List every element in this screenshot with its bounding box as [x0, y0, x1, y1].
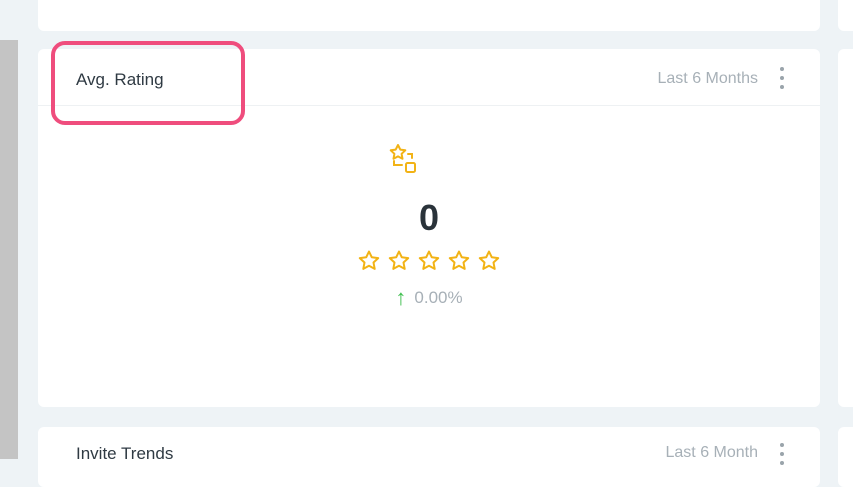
period-selector[interactable]: Last 6 Months: [658, 70, 759, 88]
card-body: 0 ↑ 0.00%: [38, 105, 820, 407]
adjacent-card: [838, 49, 853, 407]
invite-trends-card: Invite Trends Last 6 Month: [38, 427, 820, 487]
more-options-icon[interactable]: [776, 443, 788, 465]
adjacent-card-top: [838, 0, 853, 31]
star-shapes-icon: [389, 144, 416, 173]
more-options-icon[interactable]: [776, 67, 788, 89]
star-icon: [358, 250, 380, 270]
trend-indicator: ↑ 0.00%: [38, 285, 820, 311]
star-icon: [418, 250, 440, 270]
rating-value: 0: [418, 197, 440, 238]
star-icon: [478, 250, 500, 270]
star-rating: [38, 249, 820, 273]
highlight-annotation: [51, 41, 245, 125]
arrow-up-icon: ↑: [395, 285, 407, 310]
adjacent-card-bottom: [838, 427, 853, 487]
star-icon: [448, 250, 470, 270]
left-scrollbar[interactable]: [0, 40, 18, 459]
trend-value: 0.00%: [414, 288, 463, 307]
previous-card: [38, 0, 820, 31]
period-selector[interactable]: Last 6 Month: [666, 444, 759, 462]
card-title: Invite Trends: [76, 444, 174, 463]
star-icon: [388, 250, 410, 270]
